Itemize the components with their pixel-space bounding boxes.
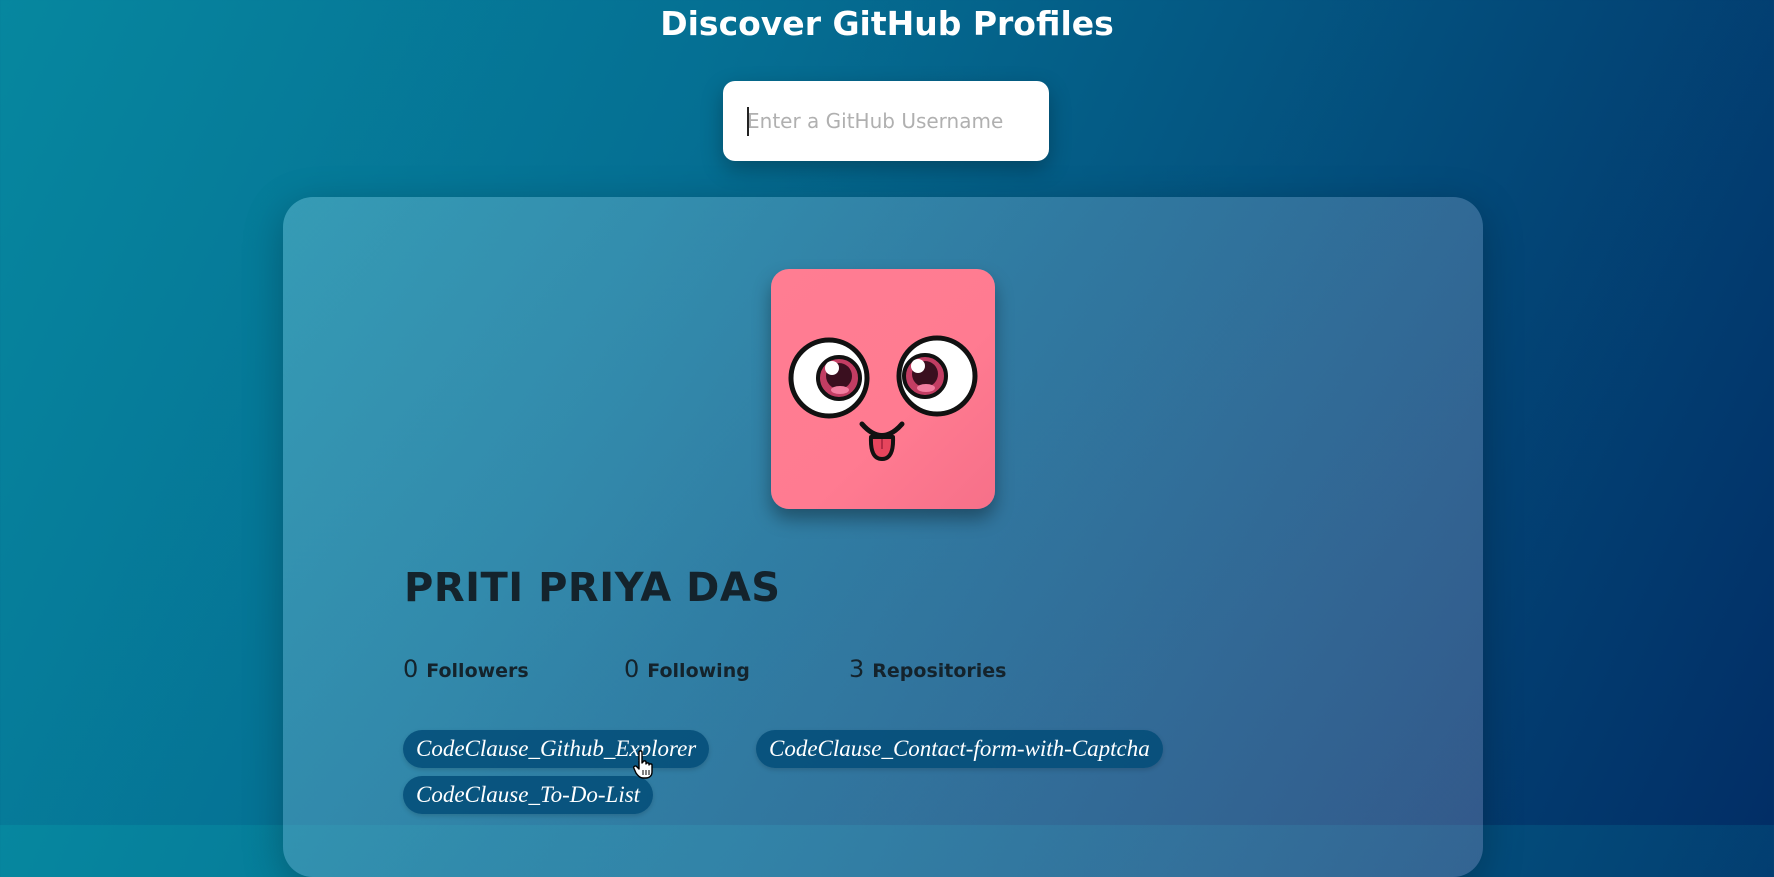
profile-card: PRITI PRIYA DAS 0 Followers 0 Following 3R…: [283, 197, 1483, 877]
followers-label: Followers: [426, 660, 529, 682]
repo-chip-github-explorer[interactable]: CodeClause_Github_Explorer: [403, 730, 710, 768]
repositories-label: Repositories: [872, 660, 1007, 682]
profile-name: PRITI PRIYA DAS: [404, 565, 781, 611]
page-title: Discover GitHub Profiles: [660, 4, 1114, 43]
search-input[interactable]: [723, 81, 1049, 161]
text-caret: [747, 107, 749, 136]
repositories-count: 3: [849, 655, 865, 683]
following-label: Following: [647, 660, 750, 682]
avatar: [771, 269, 995, 509]
stat-followers: 0 Followers: [403, 655, 529, 683]
cute-face-avatar-icon: [788, 335, 978, 461]
repo-chip-to-do-list[interactable]: CodeClause_To-Do-List: [403, 776, 654, 814]
stat-following: 0 Following: [624, 655, 750, 683]
repo-chip-contact-form[interactable]: CodeClause_Contact-form-with-Captcha: [756, 730, 1163, 768]
followers-count: 0: [403, 655, 419, 683]
following-count: 0: [624, 655, 640, 683]
stat-repositories: 3 Repositories: [849, 655, 1007, 683]
